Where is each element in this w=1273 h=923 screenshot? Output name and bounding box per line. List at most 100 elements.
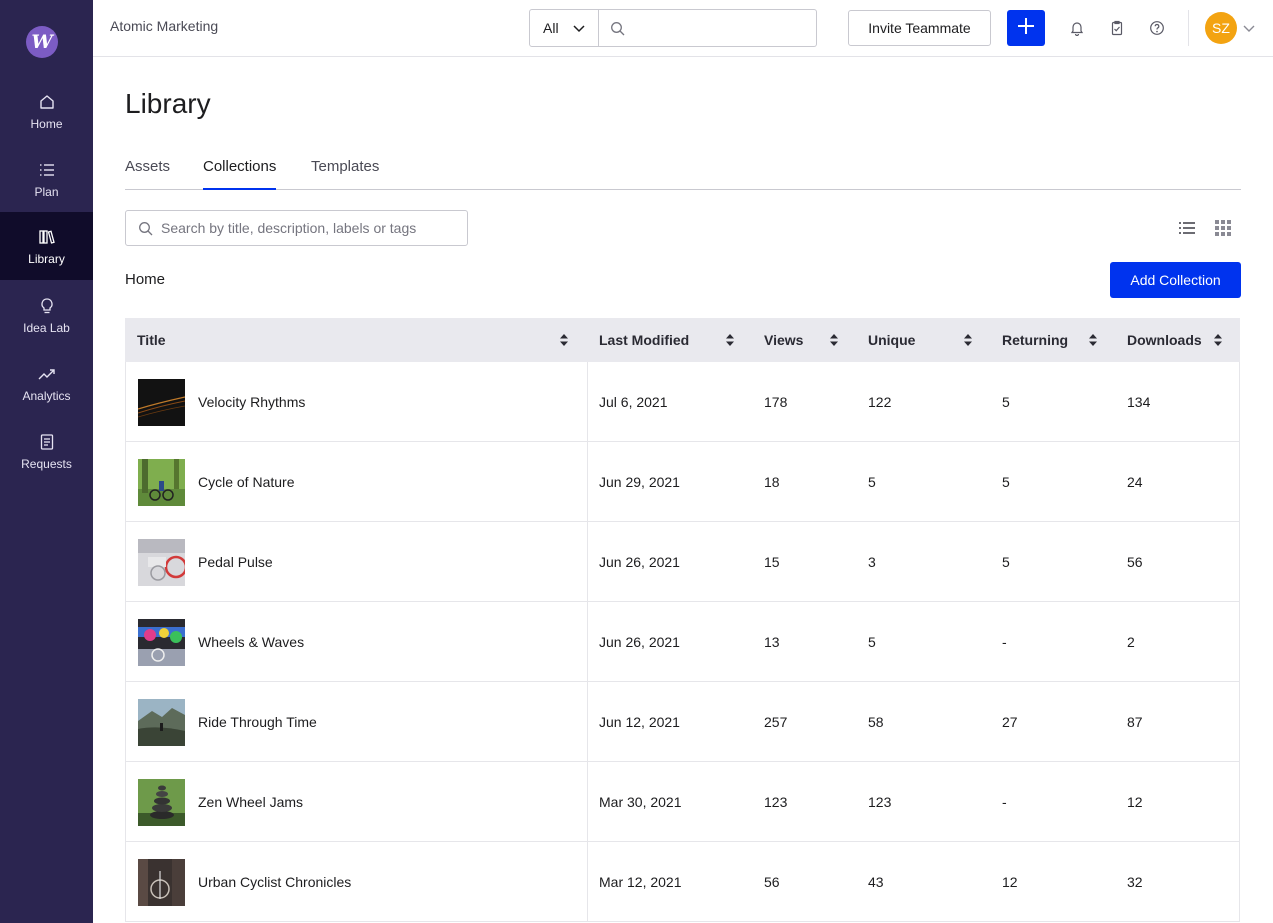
list-view-icon[interactable] — [1178, 219, 1196, 237]
tab-templates[interactable]: Templates — [311, 158, 379, 190]
sidebar-item-analytics[interactable]: Analytics — [0, 349, 93, 417]
breadcrumb[interactable]: Home — [125, 271, 165, 288]
collection-thumbnail — [138, 539, 185, 586]
cell-returning: 12 — [1002, 873, 1018, 890]
logo-letter: W — [31, 31, 53, 53]
cell-returning: - — [1002, 633, 1007, 650]
column-divider — [587, 682, 588, 761]
collection-title[interactable]: Pedal Pulse — [198, 522, 273, 601]
cell-downloads: 56 — [1127, 553, 1143, 570]
cell-returning: 5 — [1002, 553, 1010, 570]
collection-thumbnail — [138, 619, 185, 666]
table-row[interactable]: Ride Through Time Jun 12, 2021 257 58 27… — [125, 682, 1240, 762]
trend-icon — [37, 364, 57, 384]
table-row[interactable]: Zen Wheel Jams Mar 30, 2021 123 123 - 12 — [125, 762, 1240, 842]
create-button[interactable] — [1007, 10, 1045, 46]
collections-table: Title Last Modified Views Unique Returni… — [125, 318, 1240, 922]
cell-views: 56 — [764, 873, 780, 890]
library-tabs: Assets Collections Templates — [125, 155, 1241, 190]
table-row[interactable]: Urban Cyclist Chronicles Mar 12, 2021 56… — [125, 842, 1240, 922]
tab-assets[interactable]: Assets — [125, 158, 170, 190]
column-header-downloads[interactable]: Downloads — [1127, 318, 1202, 362]
column-header-returning[interactable]: Returning — [1002, 318, 1068, 362]
invite-teammate-button[interactable]: Invite Teammate — [848, 10, 991, 46]
sidebar-item-requests[interactable]: Requests — [0, 417, 93, 485]
cell-unique: 122 — [868, 393, 892, 410]
table-row[interactable]: Pedal Pulse Jun 26, 2021 15 3 5 56 — [125, 522, 1240, 602]
sort-icon[interactable] — [1088, 333, 1098, 352]
user-avatar[interactable]: SZ — [1205, 12, 1237, 44]
cell-downloads: 24 — [1127, 473, 1143, 490]
column-header-unique[interactable]: Unique — [868, 318, 915, 362]
sidebar-item-label: Library — [28, 251, 65, 266]
collection-title[interactable]: Wheels & Waves — [198, 602, 304, 681]
collection-title[interactable]: Ride Through Time — [198, 682, 317, 761]
cell-downloads: 2 — [1127, 633, 1135, 650]
sort-icon[interactable] — [559, 333, 569, 352]
collection-title[interactable]: Cycle of Nature — [198, 442, 294, 521]
cell-unique: 58 — [868, 713, 884, 730]
page-title: Library — [125, 88, 211, 119]
header-divider — [1188, 10, 1189, 46]
collection-title[interactable]: Urban Cyclist Chronicles — [198, 842, 351, 921]
column-divider — [587, 442, 588, 521]
cell-returning: 5 — [1002, 473, 1010, 490]
collection-title[interactable]: Velocity Rhythms — [198, 362, 305, 441]
cell-unique: 43 — [868, 873, 884, 890]
sidebar-item-label: Analytics — [22, 388, 71, 403]
table-row[interactable]: Cycle of Nature Jun 29, 2021 18 5 5 24 — [125, 442, 1240, 522]
chevron-down-icon[interactable] — [1242, 22, 1256, 41]
add-collection-button[interactable]: Add Collection — [1110, 262, 1241, 298]
cell-unique: 5 — [868, 473, 876, 490]
tab-collections[interactable]: Collections — [203, 158, 277, 190]
column-divider — [587, 522, 588, 601]
sort-icon[interactable] — [725, 333, 735, 352]
home-icon — [37, 92, 57, 112]
chevron-down-icon — [572, 22, 586, 39]
cell-last-modified: Jun 26, 2021 — [599, 553, 680, 570]
column-header-title[interactable]: Title — [137, 318, 166, 362]
cell-views: 18 — [764, 473, 780, 490]
cell-downloads: 87 — [1127, 713, 1143, 730]
cell-unique: 3 — [868, 553, 876, 570]
collection-thumbnail — [138, 379, 185, 426]
sidebar-item-library[interactable]: Library — [0, 212, 93, 280]
collection-thumbnail — [138, 699, 185, 746]
cell-unique: 123 — [868, 793, 892, 810]
help-icon[interactable] — [1149, 20, 1165, 36]
cell-downloads: 134 — [1127, 393, 1151, 410]
global-search-input[interactable] — [598, 9, 817, 47]
cell-views: 178 — [764, 393, 788, 410]
column-header-last-modified[interactable]: Last Modified — [599, 318, 689, 362]
table-row[interactable]: Wheels & Waves Jun 26, 2021 13 5 - 2 — [125, 602, 1240, 682]
sort-icon[interactable] — [1213, 333, 1223, 352]
lightbulb-icon — [37, 296, 57, 316]
collection-thumbnail — [138, 859, 185, 906]
sort-icon[interactable] — [829, 333, 839, 352]
app-logo[interactable]: W — [26, 26, 58, 58]
search-scope-select[interactable]: All — [529, 9, 599, 47]
cell-returning: 5 — [1002, 393, 1010, 410]
library-search-input[interactable] — [161, 211, 461, 245]
column-divider — [587, 762, 588, 841]
search-icon — [610, 21, 625, 41]
books-icon — [37, 227, 57, 247]
sidebar-item-label: Plan — [34, 184, 59, 199]
column-divider — [587, 602, 588, 681]
sort-icon[interactable] — [963, 333, 973, 352]
sidebar-item-home[interactable]: Home — [0, 77, 93, 145]
clipboard-check-icon[interactable] — [1109, 20, 1125, 36]
collection-thumbnail — [138, 459, 185, 506]
cell-last-modified: Jun 12, 2021 — [599, 713, 680, 730]
column-header-views[interactable]: Views — [764, 318, 803, 362]
bell-icon[interactable] — [1069, 20, 1085, 37]
library-search-field — [125, 210, 468, 246]
grid-view-icon[interactable] — [1214, 219, 1232, 237]
sidebar-item-plan[interactable]: Plan — [0, 145, 93, 213]
sidebar-item-label: Home — [30, 116, 63, 131]
org-name: Atomic Marketing — [110, 18, 219, 34]
table-row[interactable]: Velocity Rhythms Jul 6, 2021 178 122 5 1… — [125, 362, 1240, 442]
sidebar-item-idea-lab[interactable]: Idea Lab — [0, 281, 93, 349]
cell-last-modified: Jun 26, 2021 — [599, 633, 680, 650]
collection-title[interactable]: Zen Wheel Jams — [198, 762, 303, 841]
